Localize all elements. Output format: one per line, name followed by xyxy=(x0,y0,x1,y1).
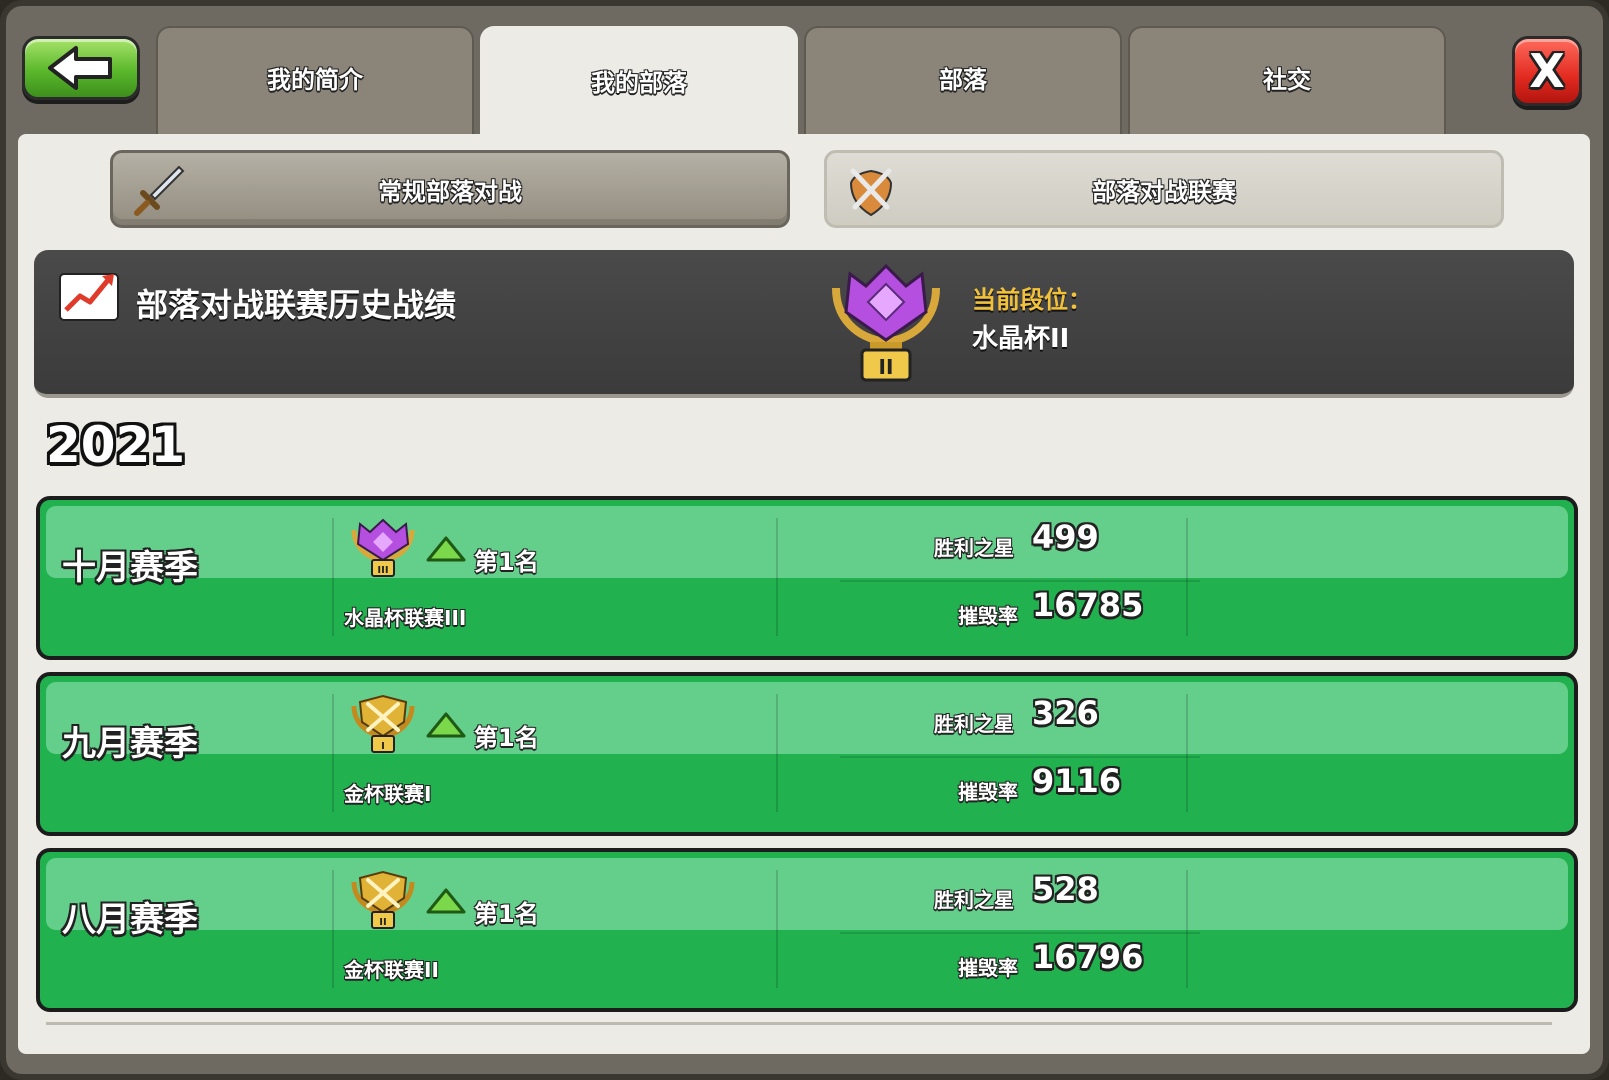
rank-up-arrow-icon xyxy=(426,888,466,914)
season-league: 水晶杯联赛III xyxy=(344,606,467,630)
gold-league-icon: II xyxy=(351,870,415,929)
sword-icon xyxy=(134,165,185,216)
league-history-header: 部落对战联赛历史战绩 II 当前段位： 水晶杯II xyxy=(34,250,1574,398)
row-highlight xyxy=(46,506,1568,578)
back-arrow-icon xyxy=(48,46,112,90)
crystal-league-icon: III xyxy=(351,518,415,577)
season-row[interactable]: 十月赛季 III 第1名 水晶杯联赛III 胜利之星 499 摧毁率 16785 xyxy=(36,496,1578,660)
season-name: 九月赛季 xyxy=(62,724,198,764)
stars-label: 胜利之星 xyxy=(934,536,1014,560)
tab-my-clan[interactable]: 我的部落 xyxy=(480,26,798,142)
destruction-label: 摧毁率 xyxy=(958,780,1018,804)
destruction-value: 16796 xyxy=(1032,938,1144,976)
close-button[interactable]: X xyxy=(1512,36,1582,106)
war-league-label: 部落对战联赛 xyxy=(1092,177,1236,206)
row-highlight xyxy=(46,858,1568,930)
stars-value: 326 xyxy=(1032,694,1099,732)
league-icon-numeral: III xyxy=(377,565,388,576)
league-icon-numeral: I xyxy=(381,741,385,752)
stat-separator xyxy=(840,756,1200,758)
season-row[interactable]: 八月赛季 II 第1名 金杯联赛II 胜利之星 528 摧毁率 16796 xyxy=(36,848,1578,1012)
war-league-button[interactable]: 部落对战联赛 xyxy=(824,150,1504,228)
content-panel: 常规部落对战 部落对战联赛 部落对战联赛历史战绩 II 当前段位： 水晶杯II … xyxy=(18,134,1590,1054)
crossed-swords-shield-icon xyxy=(849,168,893,217)
gold-league-icon: I xyxy=(351,694,415,753)
chart-icon xyxy=(59,273,119,321)
season-league: 金杯联赛I xyxy=(344,782,432,806)
history-badge-numeral: II xyxy=(879,355,894,379)
destruction-value: 9116 xyxy=(1032,762,1122,800)
season-name: 十月赛季 xyxy=(62,548,198,588)
stat-separator xyxy=(840,580,1200,582)
year-heading: 2021 xyxy=(46,416,186,474)
current-rank-value: 水晶杯II xyxy=(972,324,1070,354)
row-divider xyxy=(1186,518,1188,636)
row-divider xyxy=(332,518,334,636)
tab-clans[interactable]: 部落 xyxy=(804,26,1122,136)
row-divider xyxy=(332,870,334,988)
destruction-value: 16785 xyxy=(1032,586,1144,624)
season-rank: 第1名 xyxy=(474,548,539,576)
row-divider xyxy=(776,870,778,988)
row-divider xyxy=(776,518,778,636)
season-rank: 第1名 xyxy=(474,900,539,928)
season-league: 金杯联赛II xyxy=(344,958,439,982)
regular-war-button[interactable]: 常规部落对战 xyxy=(110,150,790,228)
row-divider xyxy=(332,694,334,812)
regular-war-label: 常规部落对战 xyxy=(378,177,522,206)
stars-value: 528 xyxy=(1032,870,1099,908)
rank-up-arrow-icon xyxy=(426,536,466,562)
season-name: 八月赛季 xyxy=(62,900,198,940)
destruction-label: 摧毁率 xyxy=(958,604,1018,628)
back-button[interactable] xyxy=(22,36,140,100)
row-highlight xyxy=(46,682,1568,754)
tab-social[interactable]: 社交 xyxy=(1128,26,1446,136)
league-icon-numeral: II xyxy=(379,917,386,928)
stars-value: 499 xyxy=(1032,518,1099,556)
clan-window: 我的简介 我的部落 部落 社交 X 常规部落对战 部落对战联赛 部落对战联赛历史… xyxy=(0,0,1609,1080)
row-divider xyxy=(1186,870,1188,988)
stars-label: 胜利之星 xyxy=(934,888,1014,912)
stars-label: 胜利之星 xyxy=(934,712,1014,736)
tab-my-profile[interactable]: 我的简介 xyxy=(156,26,474,136)
season-row[interactable]: 九月赛季 I 第1名 金杯联赛I 胜利之星 326 摧毁率 9116 xyxy=(36,672,1578,836)
season-rank: 第1名 xyxy=(474,724,539,752)
stat-separator xyxy=(840,932,1200,934)
crystal-league-badge-icon: II xyxy=(832,263,940,382)
destruction-label: 摧毁率 xyxy=(958,956,1018,980)
current-rank-label: 当前段位： xyxy=(972,286,1092,314)
history-title: 部落对战联赛历史战绩 xyxy=(136,286,457,324)
list-bottom-divider xyxy=(46,1022,1552,1025)
row-divider xyxy=(776,694,778,812)
rank-up-arrow-icon xyxy=(426,712,466,738)
row-divider xyxy=(1186,694,1188,812)
